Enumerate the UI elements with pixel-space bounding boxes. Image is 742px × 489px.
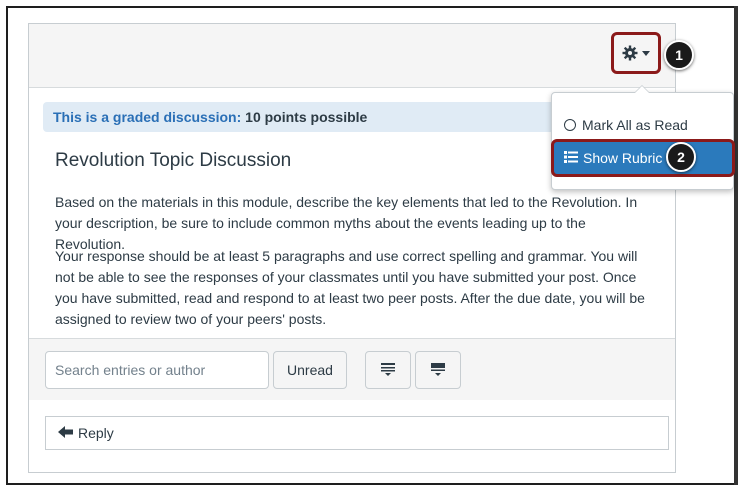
step-badge: 2 xyxy=(666,142,696,172)
chevron-down-icon xyxy=(642,50,650,56)
collapse-threads-icon xyxy=(380,361,396,380)
mark-all-read-menu-item[interactable]: Mark All as Read xyxy=(552,113,733,137)
rubric-list-icon xyxy=(564,150,578,166)
circle-icon xyxy=(564,119,576,131)
collapse-threads-button[interactable] xyxy=(365,351,411,389)
frame-edge xyxy=(734,6,738,485)
menu-item-label: Show Rubric xyxy=(583,150,663,166)
menu-pointer xyxy=(634,85,650,93)
gear-icon xyxy=(622,45,638,61)
arrow-left-icon xyxy=(58,425,73,441)
discussion-header-bar xyxy=(29,24,675,88)
reply-button[interactable]: Reply xyxy=(45,416,669,450)
expand-threads-icon xyxy=(430,361,446,380)
expand-threads-button[interactable] xyxy=(415,351,461,389)
window-frame: This is a graded discussion: 10 points p… xyxy=(6,6,738,485)
discussion-paragraph: Your response should be at least 5 parag… xyxy=(55,248,645,327)
settings-menu-button[interactable] xyxy=(611,32,661,74)
graded-label: This is a graded discussion: xyxy=(53,109,242,125)
graded-discussion-banner: This is a graded discussion: 10 points p… xyxy=(43,102,563,132)
menu-item-label: Mark All as Read xyxy=(582,117,688,133)
settings-dropdown-menu: Mark All as Read Show Rubric xyxy=(551,85,735,190)
unread-filter-button[interactable]: Unread xyxy=(273,351,347,389)
discussion-card: This is a graded discussion: 10 points p… xyxy=(28,23,676,473)
step-badge: 1 xyxy=(664,40,694,70)
discussion-title: Revolution Topic Discussion xyxy=(55,150,292,171)
reply-label: Reply xyxy=(78,425,114,441)
show-rubric-menu-item[interactable]: Show Rubric xyxy=(551,139,735,177)
discussion-toolbar: Unread xyxy=(29,338,675,400)
points-possible: 10 points possible xyxy=(245,109,368,125)
search-input[interactable] xyxy=(45,351,269,389)
